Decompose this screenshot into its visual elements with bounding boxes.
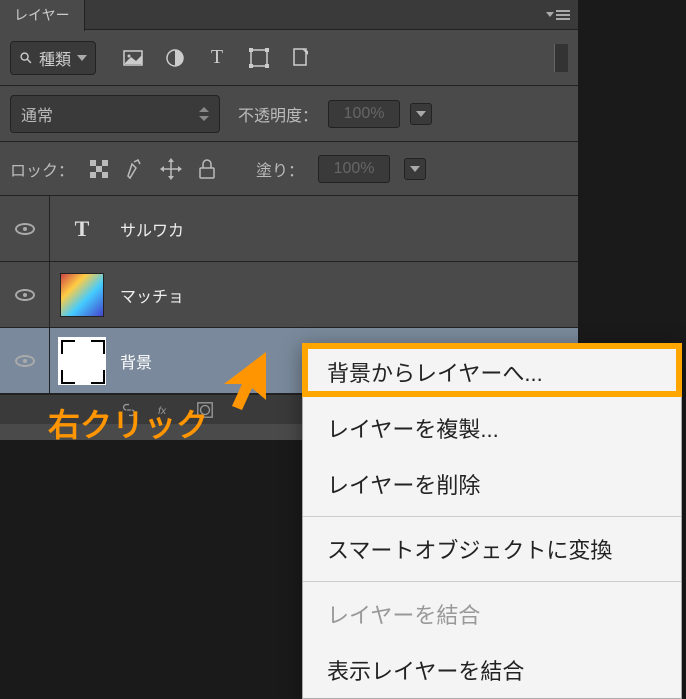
panel-tab-bar: レイヤー [0,0,578,30]
fill-label: 塗り： [256,157,304,181]
blend-mode-value: 通常 [21,102,53,126]
filter-type-label: 種類 [39,46,71,70]
filter-adjust-icon[interactable] [164,47,186,69]
menu-merge-layers: レイヤーを結合 [303,586,681,642]
fill-field[interactable]: 100% [318,155,390,183]
stepper-icon [199,105,209,123]
lock-position-icon[interactable] [160,158,182,180]
chevron-down-icon [410,166,420,172]
layer-thumb-image [60,273,104,317]
filter-shape-icon[interactable] [248,47,270,69]
layer-thumb-text-icon: T [60,207,104,251]
menu-convert-smart-object[interactable]: スマートオブジェクトに変換 [303,521,681,577]
menu-delete-layer[interactable]: レイヤーを削除 [303,456,681,512]
menu-bg-to-layer[interactable]: 背景からレイヤーへ... [303,344,681,400]
layer-thumb-background [60,339,104,383]
lock-pixels-icon[interactable] [124,158,146,180]
filter-text-icon[interactable]: T [206,47,228,69]
menu-duplicate-layer[interactable]: レイヤーを複製... [303,400,681,456]
layer-name: サルワカ [120,217,184,241]
visibility-toggle[interactable] [0,196,50,261]
fill-dropdown[interactable] [404,158,426,180]
menu-separator [303,516,681,517]
visibility-toggle[interactable] [0,328,50,393]
layer-row-image[interactable]: マッチョ [0,262,578,328]
annotation-text: 右クリック [48,400,208,446]
hamburger-icon [556,10,570,20]
lock-row: ロック： 塗り： 100% [0,142,578,196]
opacity-field[interactable]: 100% [328,100,400,128]
tab-layers[interactable]: レイヤー [0,0,85,31]
eye-icon [15,289,35,301]
lock-transparency-icon[interactable] [88,158,110,180]
filter-toggle-switch[interactable] [554,44,568,72]
eye-icon [15,223,35,235]
chevron-down-icon [416,111,426,117]
opacity-dropdown[interactable] [410,103,432,125]
layer-name: マッチョ [120,283,184,307]
filter-pixel-icon[interactable] [122,47,144,69]
search-icon [19,51,33,65]
lock-all-icon[interactable] [196,158,218,180]
blend-mode-row: 通常 不透明度： 100% [0,86,578,142]
filter-type-select[interactable]: 種類 [10,41,96,75]
eye-icon [15,355,35,367]
layer-row-text[interactable]: T サルワカ [0,196,578,262]
visibility-toggle[interactable] [0,262,50,327]
filter-smart-icon[interactable] [290,47,312,69]
cursor-arrow-icon [216,350,276,420]
opacity-label: 不透明度： [238,102,318,126]
menu-separator [303,581,681,582]
chevron-down-icon [77,55,87,61]
menu-merge-visible[interactable]: 表示レイヤーを結合 [303,642,681,698]
layer-name: 背景 [120,349,152,373]
layer-filter-row: 種類 T [0,30,578,86]
lock-label: ロック： [10,157,74,181]
context-menu: 背景からレイヤーへ... レイヤーを複製... レイヤーを削除 スマートオブジェ… [302,343,682,699]
panel-menu-button[interactable] [546,10,570,20]
blend-mode-select[interactable]: 通常 [10,95,220,133]
